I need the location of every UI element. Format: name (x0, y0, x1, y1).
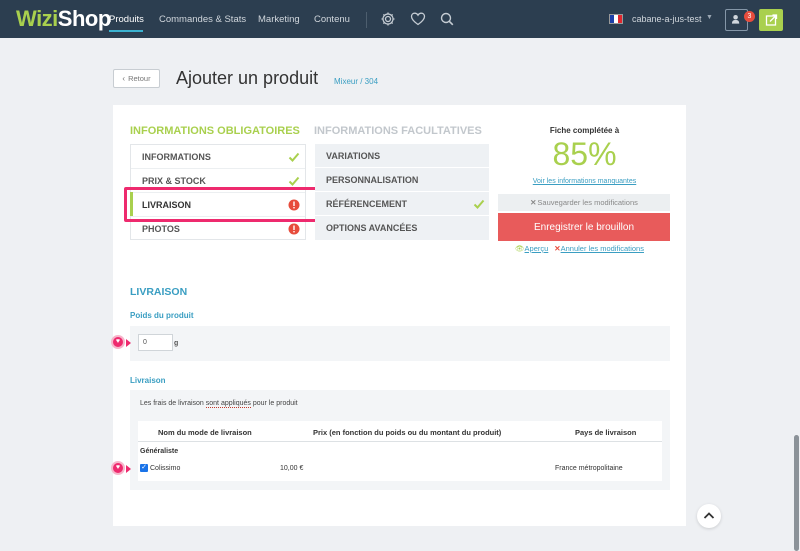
nav-produits[interactable]: Produits (109, 14, 144, 25)
tab-options-avancees[interactable]: OPTIONS AVANCÉES (315, 216, 489, 240)
weight-panel (130, 326, 670, 361)
nav-marketing[interactable]: Marketing (258, 14, 300, 25)
heart-icon[interactable] (410, 11, 426, 27)
weight-unit: g (174, 340, 179, 347)
table-group-label: Généraliste (140, 448, 179, 455)
gear-icon[interactable] (380, 11, 396, 27)
preview-link[interactable]: 👁Aperçu (515, 244, 548, 253)
eye-icon: 👁 (515, 244, 525, 253)
check-icon (288, 152, 300, 162)
heart-icon: ♥ (115, 338, 121, 345)
save-changes-button[interactable]: ✕ Sauvegarder les modifications (498, 194, 670, 211)
nav-contenu[interactable]: Contenu (314, 14, 350, 25)
completion-label: Fiche complétée à (549, 126, 620, 135)
chevron-left-icon: ‹ (122, 74, 126, 83)
top-navbar: WiziShop Produits Commandes & Stats Mark… (0, 0, 800, 38)
search-icon[interactable] (439, 11, 455, 27)
weight-input[interactable]: 0 (138, 334, 173, 351)
livraison-section-title: LIVRAISON (130, 286, 188, 298)
chevron-down-icon[interactable]: ▼ (706, 14, 713, 21)
annotation-marker: ♥ (111, 461, 125, 475)
tab-variations[interactable]: VARIATIONS (315, 144, 489, 168)
optional-section-title: INFORMATIONS FACULTATIVES (314, 125, 482, 137)
error-icon (288, 223, 300, 235)
nav-commandes-stats[interactable]: Commandes & Stats (159, 14, 246, 25)
tab-informations[interactable]: INFORMATIONS (131, 145, 305, 169)
table-divider (138, 441, 662, 442)
colissimo-checkbox[interactable]: ✓ (140, 464, 148, 472)
breadcrumb[interactable]: Mixeur / 304 (334, 77, 378, 86)
view-shop-button[interactable] (759, 9, 783, 31)
livraison-highlight-frame (124, 187, 318, 222)
col-header-country: Pays de livraison (575, 428, 637, 437)
table-cell-price: 10,00 € (280, 465, 304, 472)
external-link-icon (765, 14, 778, 26)
check-icon (288, 176, 300, 186)
mandatory-section-title: INFORMATIONS OBLIGATOIRES (130, 125, 300, 137)
heart-icon: ♥ (115, 464, 121, 471)
close-icon: ✕ (530, 198, 537, 207)
france-flag-icon[interactable] (609, 14, 623, 24)
annotation-marker-pointer (126, 465, 131, 473)
save-draft-button[interactable]: Enregistrer le brouillon (498, 213, 670, 241)
table-cell-country: France métropolitaine (555, 465, 623, 472)
tab-personnalisation[interactable]: PERSONNALISATION (315, 168, 489, 192)
back-button[interactable]: ‹ Retour (113, 69, 160, 88)
applied-rules-link[interactable]: sont appliqués (205, 400, 251, 408)
notification-badge: 3 (744, 11, 755, 22)
annotation-marker: ♥ (111, 335, 125, 349)
cancel-link[interactable]: ✕Annuler les modifications (554, 244, 644, 253)
col-header-name: Nom du mode de livraison (158, 428, 252, 437)
weight-label: Poids du produit (130, 311, 194, 320)
col-header-price: Prix (en fonction du poids ou du montant… (313, 428, 502, 437)
check-icon (473, 199, 485, 209)
page-scrollbar[interactable] (794, 435, 799, 551)
scroll-to-top-button[interactable] (697, 504, 721, 528)
wizishop-logo[interactable]: WiziShop (16, 6, 111, 32)
nav-active-underline (109, 30, 143, 32)
optional-tabs: VARIATIONS PERSONNALISATION RÉFÉRENCEMEN… (315, 144, 489, 240)
chevron-up-icon (703, 512, 715, 519)
tab-referencement[interactable]: RÉFÉRENCEMENT (315, 192, 489, 216)
form-actions: 👁Aperçu ✕Annuler les modifications (515, 244, 644, 253)
missing-info-link[interactable]: Voir les informations manquantes (499, 178, 670, 185)
page-title: Ajouter un produit (176, 68, 319, 88)
shipping-info-text: Les frais de livraison sont appliqués po… (140, 400, 298, 408)
annotation-marker-pointer (126, 339, 131, 347)
table-cell-name: Colissimo (150, 465, 181, 472)
shipping-label: Livraison (130, 376, 166, 385)
completion-percent: 85% (552, 136, 617, 172)
shop-name[interactable]: cabane-a-jus-test (632, 14, 702, 24)
nav-separator (366, 12, 367, 28)
